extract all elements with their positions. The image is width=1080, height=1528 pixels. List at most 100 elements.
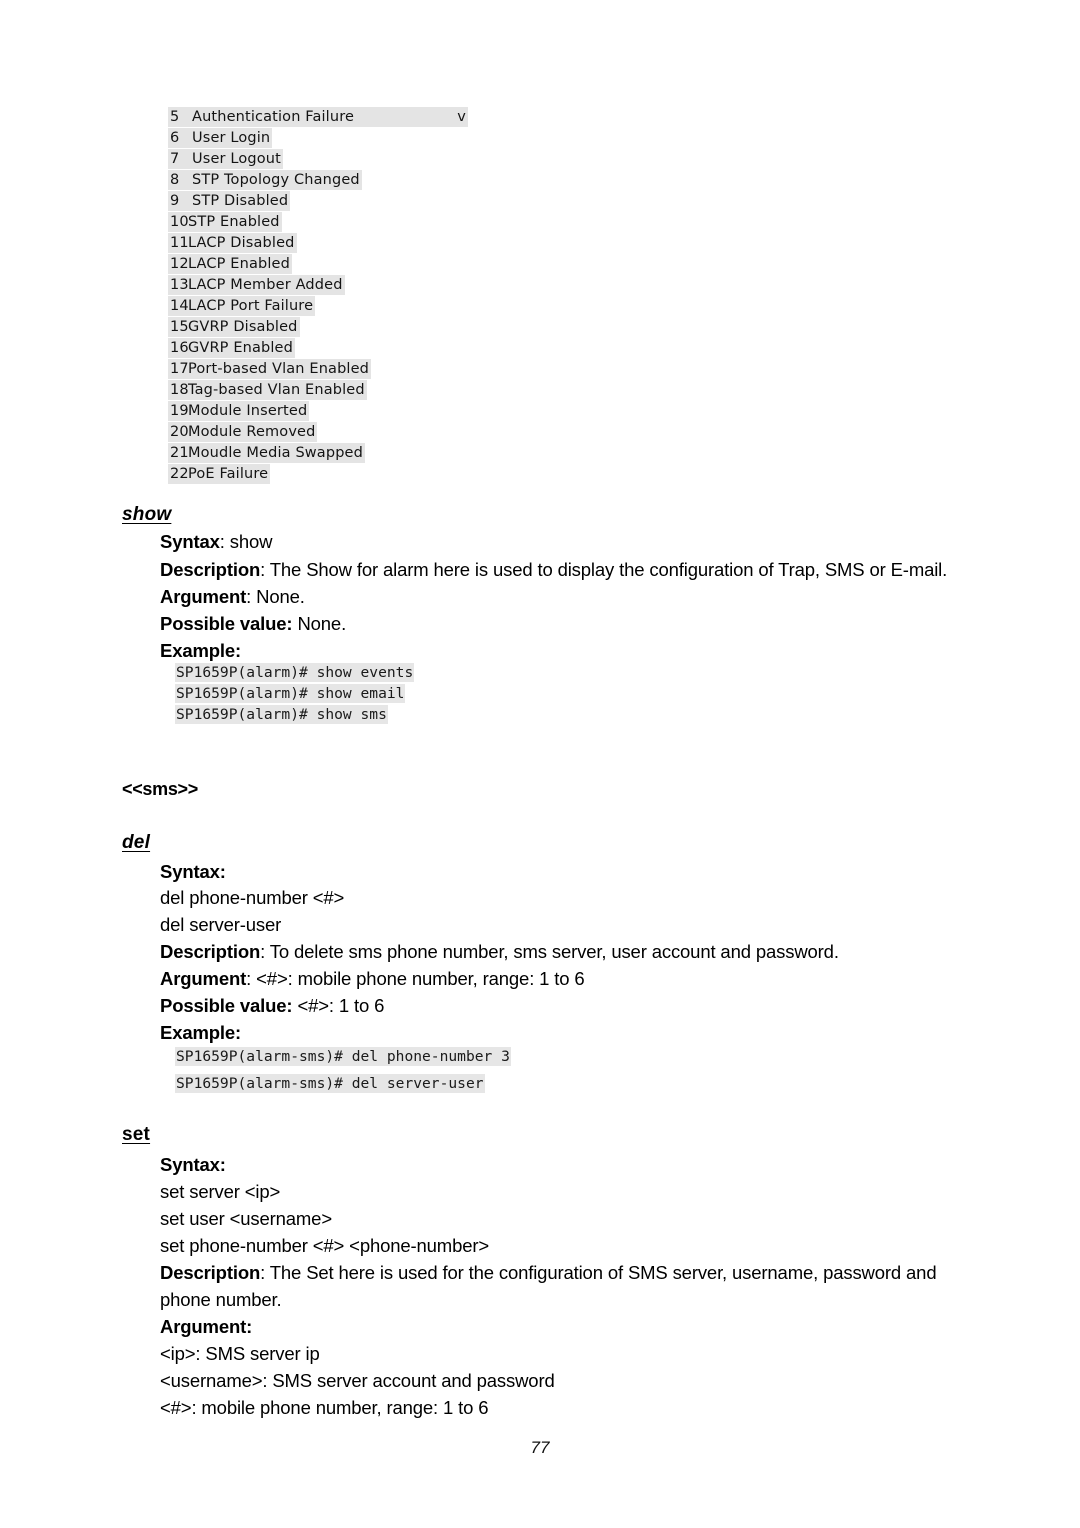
event-entry: 18Tag-based Vlan Enabled <box>168 380 367 400</box>
set-argument-line: <username>: SMS server account and passw… <box>160 1370 555 1391</box>
list-item: 21Moudle Media Swapped <box>168 442 588 463</box>
set-description-line: Description: The Set here is used for th… <box>160 1259 990 1313</box>
argument-label: Argument <box>160 586 247 607</box>
syntax-label: Syntax <box>160 531 220 552</box>
event-entry: 11LACP Disabled <box>168 233 297 253</box>
event-entry: 22PoE Failure <box>168 464 271 484</box>
cli-example-line: SP1659P(alarm)# show events <box>175 662 415 683</box>
event-number: 21 <box>170 445 189 461</box>
event-label: LACP Member Added <box>188 277 343 293</box>
event-number: 11 <box>170 235 189 251</box>
page-number: 77 <box>530 1438 550 1457</box>
event-number: 9 <box>170 193 180 209</box>
argument-value: : <#>: mobile phone number, range: 1 to … <box>246 968 585 989</box>
event-entry: 14LACP Port Failure <box>168 296 316 316</box>
event-number: 16 <box>170 340 189 356</box>
possible-value-label: Possible value: <box>160 613 293 634</box>
possible-value-value: <#>: 1 to 6 <box>292 995 385 1016</box>
possible-value-value: None. <box>292 613 347 634</box>
event-entry: 20Module Removed <box>168 422 318 442</box>
event-entry: 9 STP Disabled <box>168 191 291 211</box>
del-description-line: Description: To delete sms phone number,… <box>160 938 839 965</box>
set-syntax-line: set server <ip> <box>160 1181 281 1202</box>
event-entry: 21Moudle Media Swapped <box>168 443 365 463</box>
cli-command: SP1659P(alarm)# show events <box>175 663 415 682</box>
event-label: User Logout <box>192 151 281 167</box>
list-item: 9 STP Disabled <box>168 190 588 211</box>
argument-label: Argument <box>160 968 247 989</box>
set-syntax-line: set phone-number <#> <phone-number> <box>160 1235 490 1256</box>
list-item: 6 User Login <box>168 127 588 148</box>
description-value: : The Set here is used for the configura… <box>160 1262 937 1310</box>
description-value: : The Show for alarm here is used to dis… <box>260 559 948 580</box>
set-argument-line: <#>: mobile phone number, range: 1 to 6 <box>160 1397 489 1418</box>
section-heading-del: del <box>122 832 151 853</box>
del-syntax-line: del phone-number <#> <box>160 887 345 908</box>
event-entry: 5 Authentication Failure v <box>168 107 468 127</box>
event-number: 19 <box>170 403 189 419</box>
event-label: Module Inserted <box>188 403 308 419</box>
section-heading-show: show <box>122 504 172 525</box>
argument-value: : None. <box>246 586 305 607</box>
show-description-line: Description: The Show for alarm here is … <box>160 556 947 583</box>
event-label: GVRP Enabled <box>188 340 293 356</box>
event-label: Port-based Vlan Enabled <box>188 361 370 377</box>
event-type-list: 5 Authentication Failure v 6 User Login 7 Us… <box>168 106 588 484</box>
event-entry: 12LACP Enabled <box>168 254 292 274</box>
list-item: 17Port-based Vlan Enabled <box>168 358 588 379</box>
event-label: Authentication Failure <box>192 109 355 125</box>
cli-example-line: SP1659P(alarm-sms)# del phone-number 3 <box>175 1046 511 1067</box>
cli-command: SP1659P(alarm)# show sms <box>175 705 388 724</box>
syntax-label: Syntax: <box>160 1154 226 1175</box>
event-number: 5 <box>170 109 180 125</box>
event-number: 14 <box>170 298 189 314</box>
argument-label: Argument: <box>160 1316 253 1337</box>
cli-example-line: SP1659P(alarm)# show sms <box>175 704 388 725</box>
event-label: Moudle Media Swapped <box>188 445 363 461</box>
event-number: 20 <box>170 424 189 440</box>
event-entry: 7 User Logout <box>168 149 283 169</box>
set-argument-label: Argument: <box>160 1313 252 1340</box>
set-syntax-line: set user <username> <box>160 1208 332 1229</box>
show-possible-value-line: Possible value: None. <box>160 610 346 637</box>
description-label: Description <box>160 941 261 962</box>
list-item: 22PoE Failure <box>168 463 588 484</box>
event-number: 7 <box>170 151 180 167</box>
cli-command: SP1659P(alarm-sms)# del server-user <box>175 1074 485 1093</box>
event-number: 18 <box>170 382 189 398</box>
del-syntax-label: Syntax: <box>160 858 226 885</box>
cli-command: SP1659P(alarm)# show email <box>175 684 406 703</box>
document-page: 5 Authentication Failure v 6 User Login 7 Us… <box>0 0 1080 1528</box>
event-label: PoE Failure <box>188 466 269 482</box>
event-number: 6 <box>170 130 180 146</box>
list-item: 15GVRP Disabled <box>168 316 588 337</box>
event-label: LACP Disabled <box>188 235 295 251</box>
event-entry: 6 User Login <box>168 128 273 148</box>
event-number: 12 <box>170 256 189 272</box>
description-value: : To delete sms phone number, sms server… <box>260 941 839 962</box>
list-item: 8 STP Topology Changed <box>168 169 588 190</box>
list-item: 11LACP Disabled <box>168 232 588 253</box>
event-number: 8 <box>170 172 180 188</box>
mode-heading-sms: <<sms>> <box>122 779 198 799</box>
event-entry: 13LACP Member Added <box>168 275 345 295</box>
list-scroll-marker: v <box>457 109 466 125</box>
event-entry: 8 STP Topology Changed <box>168 170 362 190</box>
event-number: 13 <box>170 277 189 293</box>
list-item: 5 Authentication Failure v <box>168 106 588 127</box>
event-label: STP Enabled <box>188 214 280 230</box>
del-argument-line: Argument: <#>: mobile phone number, rang… <box>160 965 585 992</box>
cli-example-line: SP1659P(alarm-sms)# del server-user <box>175 1073 485 1094</box>
event-number: 10 <box>170 214 189 230</box>
event-label: LACP Port Failure <box>188 298 314 314</box>
list-item: 12LACP Enabled <box>168 253 588 274</box>
syntax-value: : show <box>219 531 273 552</box>
show-syntax-line: Syntax: show <box>160 528 273 555</box>
list-item: 20Module Removed <box>168 421 588 442</box>
event-entry: 10STP Enabled <box>168 212 282 232</box>
list-item: 18Tag-based Vlan Enabled <box>168 379 588 400</box>
event-label: Tag-based Vlan Enabled <box>188 382 365 398</box>
list-item: 7 User Logout <box>168 148 588 169</box>
event-entry: 15GVRP Disabled <box>168 317 300 337</box>
event-number: 22 <box>170 466 189 482</box>
